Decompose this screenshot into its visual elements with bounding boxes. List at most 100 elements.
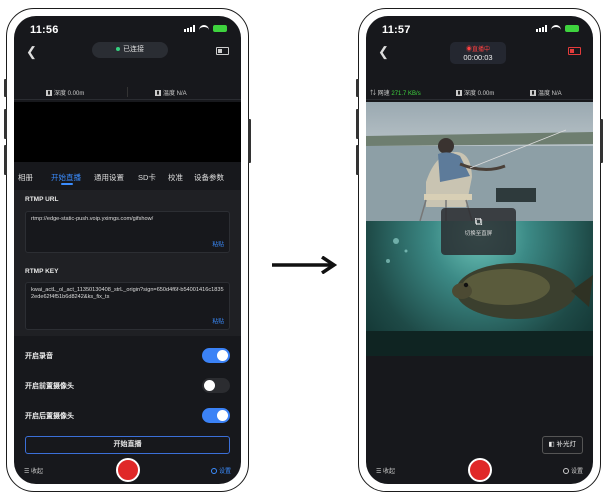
rtmp-key-value: kwai_actL_ol_act_11350130408_strL_origin… bbox=[31, 287, 224, 300]
status-bar: 11:57 bbox=[366, 16, 593, 40]
volume-up-button bbox=[356, 109, 359, 139]
toggle-label-front-camera: 开启前置摄像头 bbox=[25, 383, 74, 390]
fisherman-image bbox=[366, 129, 593, 222]
tab-device-params[interactable]: 设备参数 bbox=[194, 172, 224, 183]
settings-button[interactable]: 设置 bbox=[562, 466, 583, 475]
status-bar: 11:56 bbox=[14, 16, 241, 40]
app-screen-left: 11:56 ❮ 已连接 ▮ 深度 0.00m ▮ 温度 N/A 相册 开始直播 通用… bbox=[14, 16, 241, 484]
toggle-knob bbox=[217, 410, 228, 421]
battery-icon bbox=[213, 25, 227, 32]
collapse-button[interactable]: ☰ 收起 bbox=[376, 466, 395, 475]
fill-light-label: 补光灯 bbox=[556, 441, 577, 448]
nav-bar: ❮ 已连接 bbox=[14, 40, 241, 62]
settings-label: 设置 bbox=[218, 469, 231, 475]
battery-icon bbox=[565, 25, 579, 32]
settings-button[interactable]: 设置 bbox=[210, 466, 231, 475]
rtmp-url-field[interactable]: rtmp://edge-static-push.voip.yximgs.com/… bbox=[25, 211, 230, 253]
rtmp-url-paste-button[interactable]: 粘贴 bbox=[212, 242, 224, 249]
back-icon[interactable]: ❮ bbox=[378, 44, 389, 60]
toggle-row-audio: 开启录音 bbox=[14, 342, 241, 368]
depth-readout: ▮ 深度 0.00m bbox=[46, 88, 84, 97]
power-button bbox=[248, 119, 251, 163]
depth-value: 深度 0.00m bbox=[464, 91, 495, 97]
temp-readout: ▮ 温度 N/A bbox=[530, 88, 562, 97]
list-icon: ☰ bbox=[376, 469, 384, 475]
live-status: ◉直播中 00:00:03 bbox=[450, 42, 506, 64]
live-indicator: ◉直播中 bbox=[450, 44, 506, 53]
device-battery-icon bbox=[568, 47, 581, 55]
rtmp-key-field[interactable]: kwai_actL_ol_act_11350130408_strL_origin… bbox=[25, 282, 230, 330]
rtmp-url-value: rtmp://edge-static-push.voip.yximgs.com/… bbox=[31, 216, 154, 222]
bottom-bar: ☰ 收起 设置 bbox=[14, 456, 241, 484]
divider bbox=[14, 99, 241, 100]
connection-status: 已连接 bbox=[92, 42, 168, 58]
temp-readout: ▮ 温度 N/A bbox=[155, 88, 187, 97]
app-screen-right: 11:57 ❮ ◉直播中 00:00:03 ⇅ 网速 271.7 KB/s ▮ 深… bbox=[366, 16, 593, 484]
connection-label: 已连接 bbox=[123, 46, 144, 53]
tab-calibration[interactable]: 校准 bbox=[168, 172, 183, 183]
tab-general-settings[interactable]: 通用设置 bbox=[94, 172, 124, 183]
temp-icon: ▮ bbox=[155, 90, 161, 97]
volume-down-button bbox=[4, 145, 7, 175]
fill-light-button[interactable]: ◧ 补光灯 bbox=[541, 436, 583, 454]
side-button bbox=[4, 79, 7, 97]
rtmp-key-label: RTMP KEY bbox=[25, 268, 59, 275]
front-camera-toggle[interactable] bbox=[202, 378, 230, 393]
wifi-icon bbox=[199, 25, 209, 32]
sensor-divider bbox=[127, 87, 128, 97]
rtmp-panel: RTMP URL rtmp://edge-static-push.voip.yx… bbox=[14, 190, 241, 336]
status-icons bbox=[184, 25, 227, 32]
toggle-label-audio: 开启录音 bbox=[25, 353, 53, 360]
toggle-knob bbox=[217, 350, 228, 361]
toggle-row-rear-camera: 开启后置摄像头 bbox=[14, 402, 241, 428]
back-icon[interactable]: ❮ bbox=[26, 44, 37, 60]
device-battery-icon bbox=[216, 47, 229, 55]
gear-icon bbox=[210, 468, 217, 475]
toggle-label-rear-camera: 开启后置摄像头 bbox=[25, 413, 74, 420]
live-timer: 00:00:03 bbox=[463, 53, 493, 62]
rear-camera-toggle[interactable] bbox=[202, 408, 230, 423]
temp-value: 温度 N/A bbox=[538, 91, 562, 97]
status-time: 11:57 bbox=[382, 24, 411, 36]
toggle-row-front-camera: 开启前置摄像头 bbox=[14, 372, 241, 398]
volume-up-button bbox=[4, 109, 7, 139]
tab-sd-card[interactable]: SD卡 bbox=[138, 172, 156, 183]
transfer-icon: ⇅ bbox=[370, 91, 378, 97]
rotate-screen-icon: ⧉ bbox=[474, 216, 483, 228]
status-time: 11:56 bbox=[30, 24, 59, 36]
record-button[interactable] bbox=[115, 458, 140, 482]
start-live-button[interactable]: 开始直播 bbox=[25, 436, 230, 454]
rtmp-url-label: RTMP URL bbox=[25, 196, 59, 203]
connected-dot-icon bbox=[116, 47, 120, 52]
volume-down-button bbox=[356, 145, 359, 175]
video-preview[interactable] bbox=[14, 102, 241, 162]
sensor-bar: ⇅ 网速 271.7 KB/s ▮ 深度 0.00m ▮ 温度 N/A bbox=[366, 86, 593, 100]
gear-icon bbox=[562, 468, 569, 475]
depth-readout: ▮ 深度 0.00m bbox=[456, 88, 494, 97]
temp-value: 温度 N/A bbox=[163, 91, 187, 97]
phone-frame-left: 11:56 ❮ 已连接 ▮ 深度 0.00m ▮ 温度 N/A 相册 开始直播 通用… bbox=[4, 8, 251, 492]
rear-camera-view[interactable] bbox=[366, 102, 593, 222]
bottom-bar: ☰ 收起 设置 bbox=[366, 456, 593, 484]
record-button[interactable] bbox=[467, 458, 492, 482]
list-icon: ☰ bbox=[24, 469, 32, 475]
phone-frame-right: 11:57 ❮ ◉直播中 00:00:03 ⇅ 网速 271.7 KB/s ▮ 深… bbox=[356, 8, 603, 492]
collapse-button[interactable]: ☰ 收起 bbox=[24, 466, 43, 475]
rtmp-key-paste-button[interactable]: 粘贴 bbox=[212, 319, 224, 326]
sensor-bar: ▮ 深度 0.00m ▮ 温度 N/A bbox=[14, 86, 241, 100]
speed-readout: ⇅ 网速 271.7 KB/s bbox=[370, 88, 421, 97]
audio-toggle[interactable] bbox=[202, 348, 230, 363]
depth-value: 深度 0.00m bbox=[54, 91, 85, 97]
light-icon: ◧ bbox=[548, 441, 557, 448]
collapse-label: 收起 bbox=[31, 469, 44, 475]
side-button bbox=[356, 79, 359, 97]
settings-label: 设置 bbox=[570, 469, 583, 475]
tab-album[interactable]: 相册 bbox=[18, 172, 33, 183]
divider bbox=[366, 99, 593, 100]
switch-to-vertical-button[interactable]: ⧉ 切换至直屏 bbox=[441, 208, 516, 255]
depth-icon: ▮ bbox=[46, 90, 52, 97]
tab-start-live[interactable]: 开始直播 bbox=[51, 172, 81, 183]
collapse-label: 收起 bbox=[383, 469, 396, 475]
depth-icon: ▮ bbox=[456, 90, 462, 97]
speed-value: 271.7 KB/s bbox=[391, 91, 421, 97]
